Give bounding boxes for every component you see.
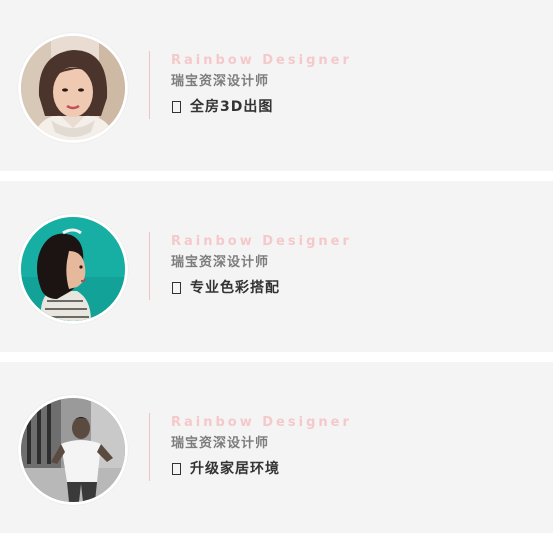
designer-specialty-label: 升级家居环境 [190,461,280,477]
designer-info: Rainbow Designer 瑞宝资深设计师 专业色彩搭配 [171,233,541,297]
vertical-divider [149,413,150,481]
designer-card: Rainbow Designer 瑞宝资深设计师 全房3D出图 [0,0,553,171]
designer-role: 瑞宝资深设计师 [171,436,270,451]
tofu-glyph-icon [172,282,181,294]
designer-specialty: 专业色彩搭配 [171,279,541,297]
vertical-divider [149,232,150,300]
designer-specialty: 全房3D出图 [171,98,541,116]
avatar-photo [21,217,125,321]
designer-info: Rainbow Designer 瑞宝资深设计师 升级家居环境 [171,414,541,478]
designer-specialty-label: 专业色彩搭配 [190,280,280,296]
designer-title-en: Rainbow Designer [171,234,352,249]
designer-title-en: Rainbow Designer [171,415,352,430]
avatar-photo [21,36,125,140]
tofu-glyph-icon [172,101,181,113]
designer-list: Rainbow Designer 瑞宝资深设计师 全房3D出图 Rainbow … [0,0,553,534]
designer-info: Rainbow Designer 瑞宝资深设计师 全房3D出图 [171,52,541,116]
designer-card: Rainbow Designer 瑞宝资深设计师 升级家居环境 [0,362,553,533]
designer-role: 瑞宝资深设计师 [171,74,270,89]
designer-title-en: Rainbow Designer [171,53,352,68]
designer-card: Rainbow Designer 瑞宝资深设计师 专业色彩搭配 [0,181,553,352]
avatar [18,33,128,143]
avatar [18,395,128,505]
designer-role: 瑞宝资深设计师 [171,255,270,270]
avatar-photo [21,398,125,502]
tofu-glyph-icon [172,463,181,475]
designer-specialty-label: 全房3D出图 [190,99,274,115]
avatar [18,214,128,324]
vertical-divider [149,51,150,119]
designer-specialty: 升级家居环境 [171,460,541,478]
